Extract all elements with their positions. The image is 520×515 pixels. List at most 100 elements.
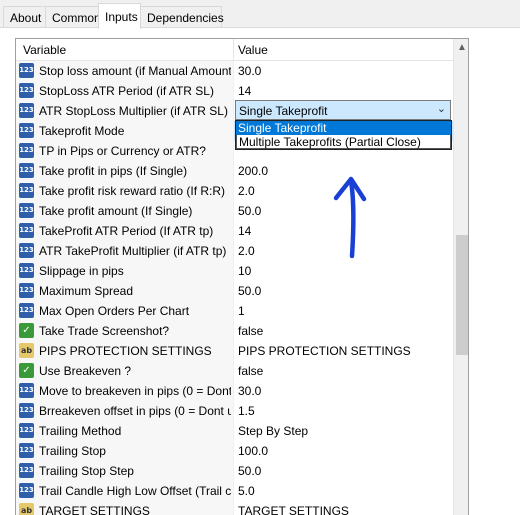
- value-cell[interactable]: 100.0: [233, 441, 453, 461]
- value-cell[interactable]: 50.0: [233, 201, 453, 221]
- variable-label: Maximum Spread: [39, 284, 134, 298]
- tab-inputs[interactable]: Inputs: [98, 3, 141, 29]
- table-row[interactable]: 123 Trailing Method Step By Step: [16, 421, 453, 441]
- number-icon: 123: [19, 243, 34, 258]
- variable-cell[interactable]: 123 Brreakeven offset in pips (0 = Dont u…: [16, 401, 233, 421]
- value-cell[interactable]: 1.5: [233, 401, 453, 421]
- variable-cell[interactable]: ab TARGET SETTINGS: [16, 501, 233, 515]
- table-row[interactable]: 123 ATR TakeProfit Multiplier (if ATR tp)…: [16, 241, 453, 261]
- bool-icon: ✓: [19, 323, 34, 338]
- value-cell[interactable]: 2.0: [233, 241, 453, 261]
- value-cell[interactable]: PIPS PROTECTION SETTINGS: [233, 341, 453, 361]
- number-icon: 123: [19, 423, 34, 438]
- table-row[interactable]: 123 Move to breakeven in pips (0 = Dont .…: [16, 381, 453, 401]
- number-icon: 123: [19, 123, 34, 138]
- variable-cell[interactable]: 123 Take profit amount (If Single): [16, 201, 233, 221]
- value-cell[interactable]: 50.0: [233, 461, 453, 481]
- number-icon: 123: [19, 183, 34, 198]
- value-cell[interactable]: 5.0: [233, 481, 453, 501]
- variable-cell[interactable]: 123 Slippage in pips: [16, 261, 233, 281]
- value-cell[interactable]: 10: [233, 261, 453, 281]
- variable-cell[interactable]: 123 StopLoss ATR Period (if ATR SL): [16, 81, 233, 101]
- variable-cell[interactable]: 123 ATR TakeProfit Multiplier (if ATR tp): [16, 241, 233, 261]
- variable-label: Max Open Orders Per Chart: [39, 304, 190, 318]
- variable-cell[interactable]: 123 TP in Pips or Currency or ATR?: [16, 141, 233, 161]
- variable-cell[interactable]: 123 Stop loss amount (if Manual Amount): [16, 61, 233, 81]
- variable-cell[interactable]: 123 Take profit risk reward ratio (If R:R…: [16, 181, 233, 201]
- vertical-scrollbar[interactable]: ▲: [453, 39, 468, 515]
- number-icon: 123: [19, 383, 34, 398]
- variable-label: StopLoss ATR Period (if ATR SL): [39, 84, 214, 98]
- table-row[interactable]: 123 Brreakeven offset in pips (0 = Dont u…: [16, 401, 453, 421]
- value-cell[interactable]: 30.0: [233, 61, 453, 81]
- variable-label: Takeprofit Mode: [39, 124, 125, 138]
- table-row[interactable]: 123 Slippage in pips 10: [16, 261, 453, 281]
- tab-dependencies[interactable]: Dependencies: [140, 6, 224, 28]
- tab-about[interactable]: About: [3, 6, 46, 28]
- variable-cell[interactable]: 123 Take profit in pips (If Single): [16, 161, 233, 181]
- chevron-down-icon[interactable]: ⌄: [437, 102, 446, 115]
- table-row[interactable]: 123 Trail Candle High Low Offset (Trail c…: [16, 481, 453, 501]
- table-row[interactable]: 123 Max Open Orders Per Chart 1: [16, 301, 453, 321]
- variable-cell[interactable]: ✓ Use Breakeven ?: [16, 361, 233, 381]
- variable-cell[interactable]: 123 Trailing Stop Step: [16, 461, 233, 481]
- table-row[interactable]: 123 TakeProfit ATR Period (If ATR tp) 14: [16, 221, 453, 241]
- scroll-up-icon[interactable]: ▲: [457, 42, 467, 53]
- tab-common[interactable]: Common: [45, 6, 101, 28]
- table-row[interactable]: 123 Trailing Stop Step 50.0: [16, 461, 453, 481]
- column-header-variable[interactable]: Variable: [23, 43, 66, 57]
- variable-cell[interactable]: 123 Max Open Orders Per Chart: [16, 301, 233, 321]
- value-cell[interactable]: false: [233, 321, 453, 341]
- inputs-panel: Variable Value 123 Stop loss amount (if M…: [0, 28, 520, 515]
- variable-label: Brreakeven offset in pips (0 = Dont use): [39, 404, 231, 418]
- variable-cell[interactable]: 123 Maximum Spread: [16, 281, 233, 301]
- number-icon: 123: [19, 143, 34, 158]
- variable-cell[interactable]: 123 Trailing Stop: [16, 441, 233, 461]
- table-row[interactable]: 123 Take profit amount (If Single) 50.0: [16, 201, 453, 221]
- table-row[interactable]: 123 Take profit risk reward ratio (If R:R…: [16, 181, 453, 201]
- table-row[interactable]: 123 Maximum Spread 50.0: [16, 281, 453, 301]
- dropdown-option-single[interactable]: Single Takeprofit: [236, 121, 451, 135]
- variable-cell[interactable]: 123 Trailing Method: [16, 421, 233, 441]
- value-cell[interactable]: 1: [233, 301, 453, 321]
- value-cell[interactable]: 200.0: [233, 161, 453, 181]
- variable-label: Take profit in pips (If Single): [39, 164, 188, 178]
- table-row[interactable]: ab PIPS PROTECTION SETTINGS PIPS PROTECTIO…: [16, 341, 453, 361]
- value-text: Step By Step: [238, 424, 309, 438]
- variable-cell[interactable]: 123 TakeProfit ATR Period (If ATR tp): [16, 221, 233, 241]
- value-cell[interactable]: false: [233, 361, 453, 381]
- value-cell[interactable]: Step By Step: [233, 421, 453, 441]
- table-row[interactable]: 123 StopLoss ATR Period (if ATR SL) 14: [16, 81, 453, 101]
- table-row[interactable]: ✓ Take Trade Screenshot? false: [16, 321, 453, 341]
- variable-cell[interactable]: 123 Move to breakeven in pips (0 = Dont .…: [16, 381, 233, 401]
- variable-cell[interactable]: ✓ Take Trade Screenshot?: [16, 321, 233, 341]
- variable-cell[interactable]: 123 Trail Candle High Low Offset (Trail c…: [16, 481, 233, 501]
- value-text: 50.0: [238, 464, 262, 478]
- number-icon: 123: [19, 63, 34, 78]
- value-cell[interactable]: 50.0: [233, 281, 453, 301]
- table-row[interactable]: 123 Trailing Stop 100.0: [16, 441, 453, 461]
- value-cell[interactable]: 14: [233, 81, 453, 101]
- variable-cell[interactable]: 123 Takeprofit Mode: [16, 121, 233, 141]
- value-text: 1.5: [238, 404, 255, 418]
- value-cell[interactable]: TARGET SETTINGS: [233, 501, 453, 515]
- variable-cell[interactable]: 123 ATR StopLoss Multiplier (if ATR SL): [16, 101, 233, 121]
- column-header-value[interactable]: Value: [238, 43, 268, 57]
- value-cell[interactable]: 2.0: [233, 181, 453, 201]
- number-icon: 123: [19, 203, 34, 218]
- value-cell[interactable]: 30.0: [233, 381, 453, 401]
- scrollbar-thumb[interactable]: [456, 235, 468, 355]
- value-text: 2.0: [238, 184, 255, 198]
- string-icon: ab: [19, 503, 34, 515]
- dropdown-option-multiple[interactable]: Multiple Takeprofits (Partial Close): [236, 135, 451, 149]
- table-row[interactable]: ✓ Use Breakeven ? false: [16, 361, 453, 381]
- column-separator[interactable]: [233, 39, 234, 61]
- table-row[interactable]: 123 Stop loss amount (if Manual Amount) 30…: [16, 61, 453, 81]
- takeprofit-mode-select[interactable]: Single Takeprofit ⌄: [235, 100, 451, 120]
- variable-cell[interactable]: ab PIPS PROTECTION SETTINGS: [16, 341, 233, 361]
- table-row[interactable]: 123 Take profit in pips (If Single) 200.0: [16, 161, 453, 181]
- value-cell[interactable]: 14: [233, 221, 453, 241]
- table-row[interactable]: ab TARGET SETTINGS TARGET SETTINGS: [16, 501, 453, 515]
- value-text: 5.0: [238, 484, 255, 498]
- variable-label: TARGET SETTINGS: [39, 504, 150, 515]
